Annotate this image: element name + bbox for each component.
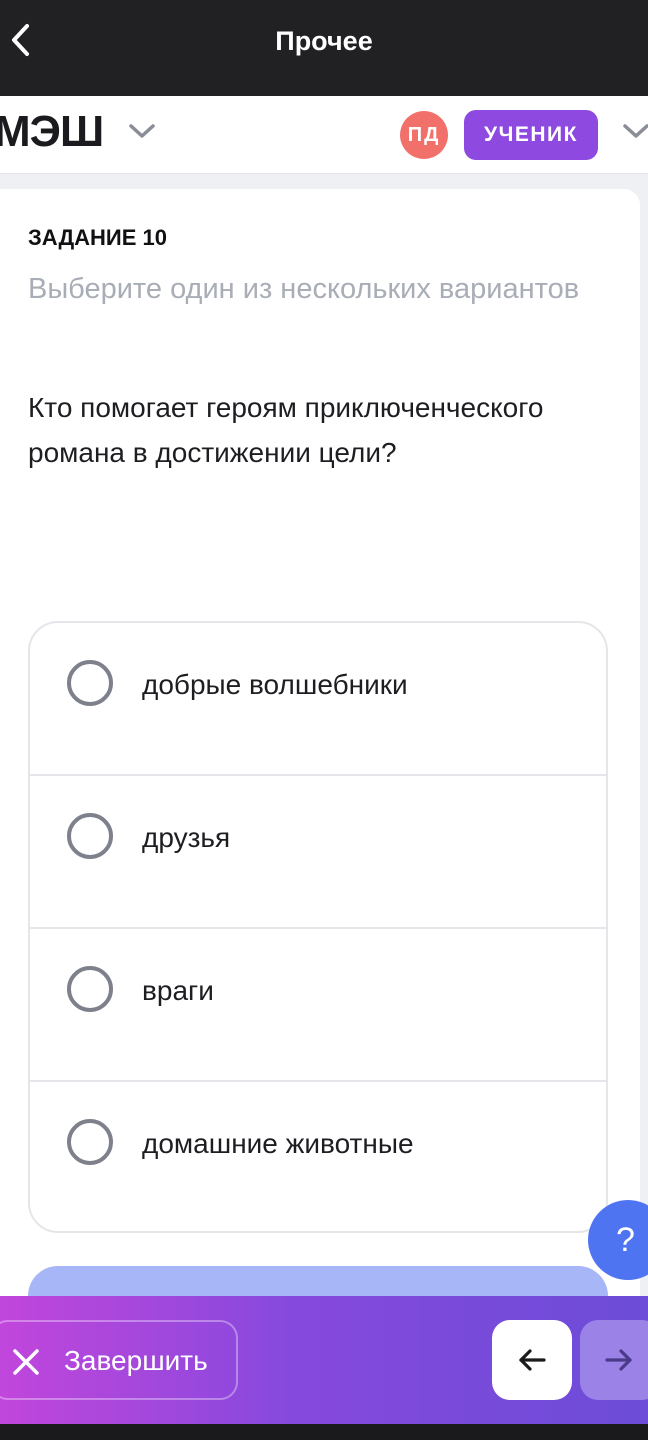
radio-button[interactable] [67,1119,113,1165]
finish-button-label: Завершить [64,1345,208,1376]
previous-task-button[interactable] [492,1320,572,1400]
chevron-down-icon[interactable] [622,122,648,140]
radio-button[interactable] [67,966,113,1012]
task-number: ЗАДАНИЕ 10 [28,225,168,250]
question-text: Кто помогает героям приключенческого ром… [28,392,544,468]
app-topbar: Прочее [0,0,648,96]
avatar[interactable]: ПД [400,111,448,159]
task-hint: Выберите один из нескольких вариантов [28,273,580,305]
answer-option[interactable]: враги [30,929,606,1082]
answer-option-label: враги [142,975,214,1006]
radio-button[interactable] [67,660,113,706]
system-nav-edge [0,1424,648,1440]
role-badge[interactable]: УЧЕНИК [464,110,598,160]
answer-options: добрые волшебники друзья враги домашние … [28,621,608,1233]
chevron-down-icon[interactable] [128,122,156,140]
radio-button[interactable] [67,813,113,859]
arrow-left-icon [519,1349,546,1371]
answer-option-label: добрые волшебники [142,669,408,700]
site-header: МЭШ ПД УЧЕНИК [0,96,648,174]
arrow-right-icon [605,1349,632,1371]
answer-option[interactable]: друзья [30,776,606,929]
answer-option[interactable]: добрые волшебники [30,623,606,776]
finish-button[interactable]: Завершить [0,1320,238,1400]
logo[interactable]: МЭШ [0,108,104,156]
help-icon: ? [616,1220,635,1259]
task-card: ЗАДАНИЕ 10 Выберите один из нескольких в… [0,189,640,1339]
answer-option-label: друзья [142,822,231,853]
answer-option-label: домашние животные [142,1128,414,1159]
next-task-button[interactable] [580,1320,648,1400]
answer-option[interactable]: домашние животные [30,1082,606,1231]
bottom-action-bar: Завершить [0,1296,648,1424]
close-icon [13,1349,39,1375]
page-title: Прочее [275,26,373,56]
